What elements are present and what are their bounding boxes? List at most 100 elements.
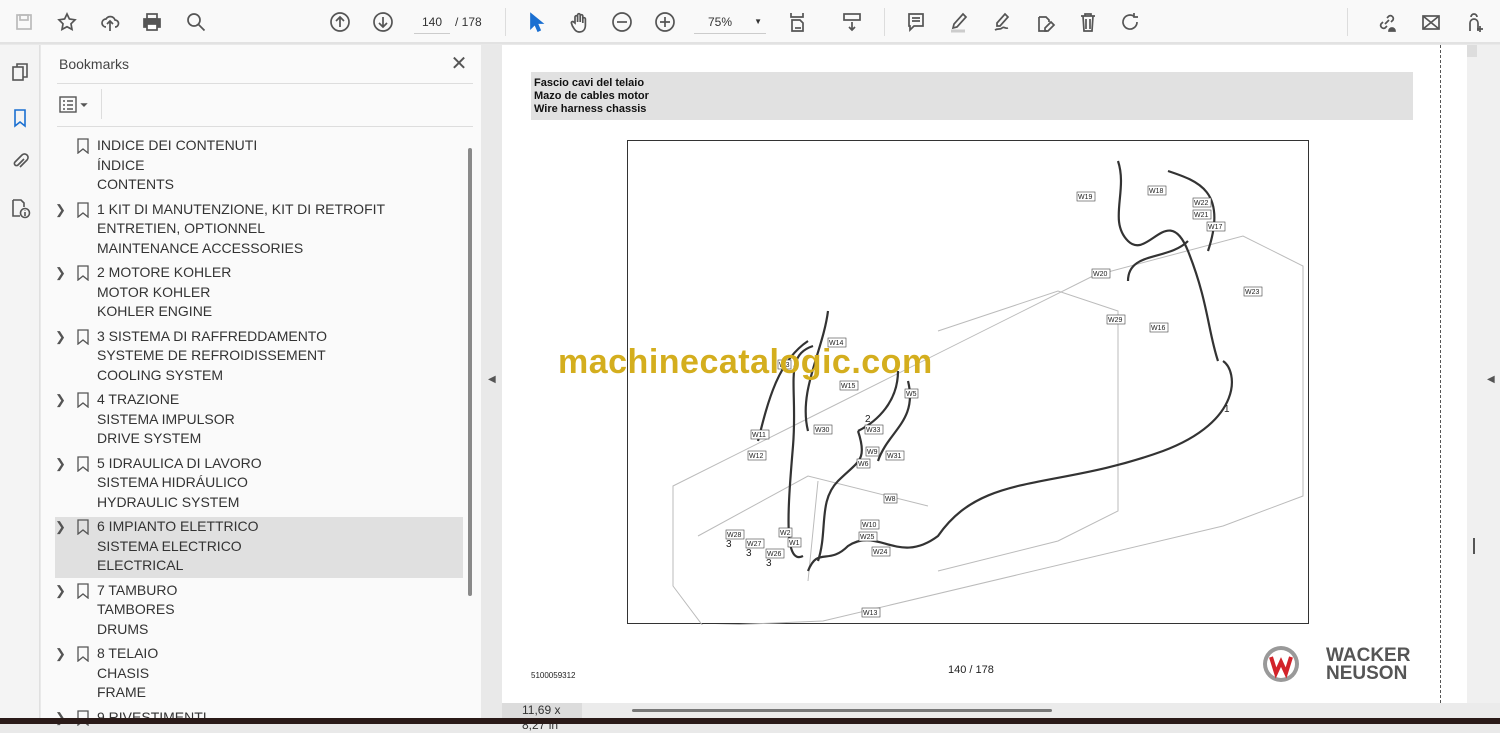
vertical-scrollbar[interactable]: ◀ [1467,45,1500,703]
share-link-icon[interactable] [1373,8,1401,36]
email-icon[interactable] [1417,8,1445,36]
print-icon[interactable] [138,8,166,36]
pages-thumbnail-icon[interactable] [9,61,31,83]
bookmark-item[interactable]: ❯ 8 TELAIO CHASIS FRAME [55,644,463,705]
diagram-label: W13 [863,610,878,617]
bookmark-icon [77,455,89,472]
diagram-label: W2 [780,530,791,537]
bookmark-item[interactable]: INDICE DEI CONTENUTI ÍNDICE CONTENTS [55,136,463,197]
header-line: Wire harness chassis [534,103,647,115]
bookmark-item[interactable]: ❯ 1 KIT DI MANUTENZIONE, KIT DI RETROFIT E… [55,200,463,261]
search-zoom-icon[interactable] [182,8,210,36]
bookmark-item[interactable]: ❯ 4 TRAZIONE SISTEMA IMPULSOR DRIVE SYSTEM [55,390,463,451]
close-icon[interactable]: ✕ [447,51,471,76]
bookmark-options-button[interactable] [59,94,95,116]
bookmark-item[interactable]: ❯ 7 TAMBURO TAMBORES DRUMS [55,581,463,642]
bookmark-label: FRAME [97,684,146,700]
chevron-right-icon[interactable]: ❯ [55,581,67,601]
bookmark-label: SISTEMA IMPULSOR [97,410,235,427]
zoom-in-icon[interactable] [651,8,679,36]
bookmark-label: SYSTEME DE REFROIDISSEMENT [97,347,326,363]
bookmark-label: TAMBORES [97,601,175,617]
toolbar-separator [505,8,506,36]
bookmark-label: SISTEMA HIDRÁULICO [97,474,248,490]
bookmark-item[interactable]: ❯ 2 MOTORE KOHLER MOTOR KOHLER KOHLER ENGIN… [55,263,463,324]
diagram-label: W15 [841,383,856,390]
page-number-input[interactable]: 140 [414,10,450,34]
bookmark-label: CHASIS [97,664,150,681]
expand-right-panel-icon[interactable]: ◀ [1487,374,1495,385]
bookmark-label: 4 TRAZIONE [97,391,180,407]
diagram-label: W26 [767,551,782,558]
scroll-thumb[interactable] [1473,538,1475,554]
highlight-icon[interactable] [945,8,973,36]
bookmark-label: DRUMS [97,620,149,637]
diagram-label: W8 [885,496,896,503]
upload-cloud-icon[interactable] [96,8,124,36]
diagram-label: W29 [1108,317,1123,324]
page-number-footer: 140 / 178 [948,664,994,676]
diagram-label: W23 [1245,289,1260,296]
chevron-right-icon[interactable]: ❯ [55,644,67,664]
document-info-icon[interactable] [9,197,31,219]
bookmark-item[interactable]: ❯ 3 SISTEMA DI RAFFREDDAMENTO SYSTEME DE R… [55,327,463,388]
bookmark-label: HYDRAULIC SYSTEM [97,493,240,510]
diagram-label: W25 [860,534,875,541]
diagram-label: W1 [789,540,800,547]
add-user-icon[interactable] [1460,8,1488,36]
diagram-label: W22 [1194,200,1209,207]
edit-page-icon[interactable] [1031,8,1059,36]
diagram-label: W20 [1093,271,1108,278]
diagram-label: W9 [867,449,878,456]
bookmark-icon [77,201,89,218]
bookmark-icon [77,265,89,281]
fit-page-icon[interactable] [784,8,812,36]
diagram-label: W19 [1078,194,1093,201]
comment-icon[interactable] [902,8,930,36]
rotate-icon[interactable] [1117,8,1145,36]
page-up-icon[interactable] [326,8,354,36]
collapse-panel-icon[interactable]: ◀ [488,374,496,385]
page-down-icon[interactable] [369,8,397,36]
wacker-neuson-logo: WACKER NEUSON [1262,645,1422,710]
zoom-out-icon[interactable] [608,8,636,36]
diagram-label: W27 [747,541,762,548]
diagram-label: W5 [906,391,917,398]
diagram-label: 2 [865,414,871,425]
bookmark-item[interactable]: ❯ 5 IDRAULICA DI LAVORO SISTEMA HIDRÁULICO… [55,454,463,515]
diagram-label: W24 [873,549,888,556]
chevron-right-icon[interactable]: ❯ [55,263,67,283]
panel-scrollbar[interactable] [468,148,472,596]
chevron-right-icon[interactable]: ❯ [55,517,67,537]
hand-icon[interactable] [565,8,593,36]
zoom-select[interactable]: 75% ▼ [694,10,766,34]
page-dimensions: 11,69 x 8,27 in [502,703,582,732]
left-rail [0,45,40,718]
panel-title: Bookmarks [59,56,130,72]
chevron-right-icon[interactable]: ❯ [55,390,67,410]
diagram-label: W30 [815,427,830,434]
bookmarks-icon[interactable] [9,107,31,129]
page-boundary [1440,45,1441,703]
attachment-icon[interactable] [9,151,31,173]
diagram-label: 3 [766,558,772,569]
diagram-label: W12 [749,453,764,460]
chevron-right-icon[interactable]: ❯ [55,327,67,347]
bookmark-label: 3 SISTEMA DI RAFFREDDAMENTO [97,327,327,344]
scroll-mode-icon[interactable] [838,8,866,36]
bookmark-label: 6 IMPIANTO ELETTRICO [97,518,259,534]
chevron-right-icon[interactable]: ❯ [55,454,67,474]
sign-icon[interactable] [988,8,1016,36]
chevron-right-icon[interactable]: ❯ [55,200,67,220]
diagram-label: W11 [752,432,766,439]
diagram-label: W6 [858,461,869,468]
select-cursor-icon[interactable] [522,8,550,36]
bookmark-item[interactable]: ❯ 6 IMPIANTO ELETTRICO SISTEMA ELECTRICO EL… [55,517,463,578]
horizontal-scrollbar[interactable] [632,709,1052,712]
diagram-label: W28 [727,532,742,539]
diagram-label: 3 [726,539,732,550]
bookmark-star-icon[interactable] [53,8,81,36]
header-line: Fascio cavi del telaio [534,77,645,89]
save-icon [10,8,38,36]
delete-icon[interactable] [1074,8,1102,36]
